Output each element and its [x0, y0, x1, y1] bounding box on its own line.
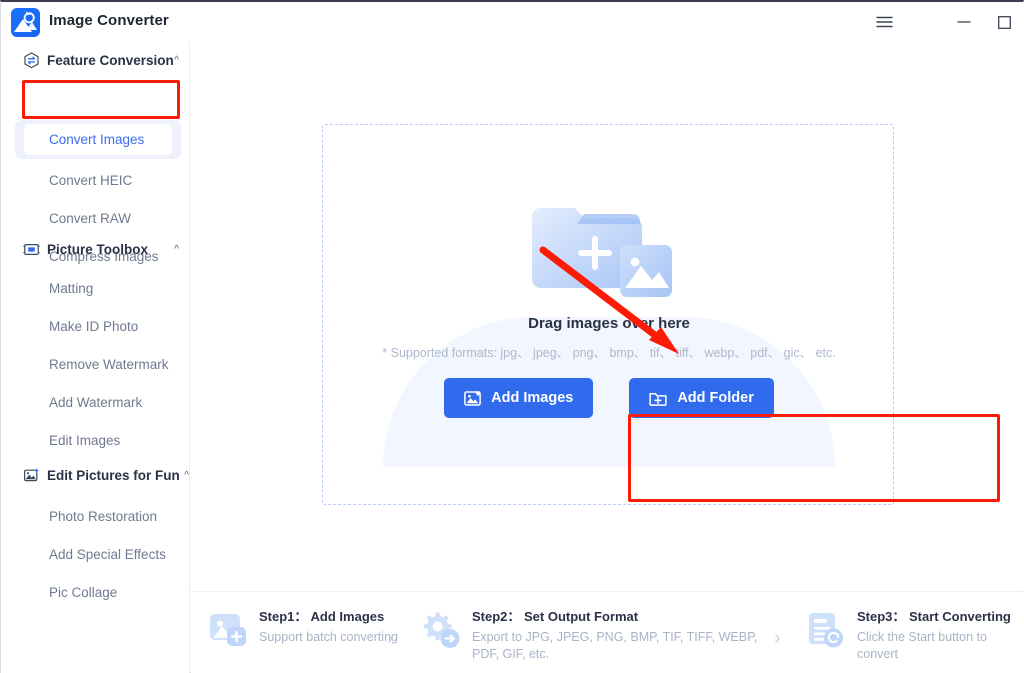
add-folder-button[interactable]: Add Folder [629, 378, 774, 418]
sidebar-section-feature-conversion[interactable]: Feature Conversion ^ [23, 52, 183, 69]
sidebar-item-label: Convert Images [49, 131, 145, 147]
gear-arrow-step-icon [421, 610, 461, 650]
sidebar-item-label: Matting [49, 280, 94, 296]
sidebar-item-label: Add Watermark [49, 394, 143, 410]
sidebar-item-photo-restoration[interactable]: Photo Restoration [1, 501, 190, 531]
step-1-desc: Support batch converting [259, 630, 398, 644]
main-content: Drag images over here * Supported format… [191, 42, 1024, 590]
step-separator-1: › [387, 627, 394, 649]
sidebar-section-edit-pictures-for-fun[interactable]: Edit Pictures for Fun ^ [23, 467, 189, 484]
minimize-icon[interactable] [944, 2, 984, 42]
add-folder-button-label: Add Folder [677, 390, 754, 406]
app-title: Image Converter [49, 12, 169, 29]
hamburger-menu-icon[interactable] [864, 2, 904, 42]
drop-zone[interactable]: Drag images over here * Supported format… [322, 124, 894, 505]
step-3-title: Step3： Start Converting [857, 609, 1011, 624]
sidebar-item-remove-watermark[interactable]: Remove Watermark [1, 349, 190, 379]
sidebar-item-make-id-photo[interactable]: Make ID Photo [1, 311, 190, 341]
add-images-button[interactable]: Add Images [444, 378, 594, 418]
chevron-up-icon: ^ [174, 244, 179, 255]
chevron-up-icon: ^ [174, 55, 179, 66]
step-3: Step3： Start Converting Click the Start … [806, 606, 1024, 663]
sidebar-item-label: Convert RAW [49, 210, 132, 226]
supported-formats-text: * Supported formats: jpg、 jpeg、 png、 bmp… [382, 346, 836, 360]
step-separator-2: › [774, 627, 781, 649]
sidebar-item-label: Convert HEIC [49, 172, 133, 188]
sidebar-item-convert-heic[interactable]: Convert HEIC [1, 165, 190, 195]
add-image-step-icon [208, 610, 248, 650]
add-image-icon [464, 390, 481, 407]
sidebar-item-add-watermark[interactable]: Add Watermark [1, 387, 190, 417]
application-window: Image Converter Feature Conversion ^ Con… [0, 0, 1024, 673]
step-2-desc: Export to JPG, JPEG, PNG, BMP, TIF, TIFF… [472, 630, 758, 661]
sparkle-picture-icon [23, 467, 40, 484]
maximize-icon[interactable] [984, 2, 1024, 42]
chevron-up-icon: ^ [184, 470, 189, 481]
drop-zone-title: Drag images over here [528, 315, 690, 332]
drop-zone-actions: Add Images Add Folder [323, 378, 895, 418]
image-convert-logo-icon [11, 8, 40, 37]
sidebar-item-label: Photo Restoration [49, 508, 158, 524]
sidebar-item-convert-raw[interactable]: Convert RAW [1, 203, 190, 233]
sidebar-section-label: Feature Conversion [47, 53, 174, 68]
sidebar-item-label: Remove Watermark [49, 356, 169, 372]
picture-toolbox-icon [23, 241, 40, 258]
step-2: Step2： Set Output Format Export to JPG, … [421, 606, 772, 663]
sidebar-item-convert-images[interactable]: Convert Images [1, 124, 190, 154]
sidebar-item-label: Add Special Effects [49, 546, 166, 562]
steps-bar: Step1： Add Images Support batch converti… [191, 591, 1024, 673]
sidebar-item-add-special-effects[interactable]: Add Special Effects [1, 539, 190, 569]
folder-plus-image-icon [513, 200, 703, 310]
add-images-button-label: Add Images [491, 390, 574, 406]
sidebar-section-label: Edit Pictures for Fun [47, 468, 180, 483]
sidebar-item-label: Pic Collage [49, 584, 118, 600]
sidebar-item-edit-images[interactable]: Edit Images [1, 425, 190, 455]
step-2-title: Step2： Set Output Format [472, 609, 639, 624]
sidebar: Feature Conversion ^ Convert Images Conv… [1, 42, 190, 673]
step-3-desc: Click the Start button to convert [857, 630, 987, 661]
sidebar-section-picture-toolbox[interactable]: Picture Toolbox ^ [23, 241, 183, 258]
hexagon-convert-icon [23, 52, 40, 69]
sidebar-section-label: Picture Toolbox [47, 242, 149, 257]
sidebar-item-matting[interactable]: Matting [1, 273, 190, 303]
step-1-title: Step1： Add Images [259, 609, 385, 624]
step-1: Step1： Add Images Support batch converti… [208, 606, 398, 650]
sidebar-item-label: Make ID Photo [49, 318, 139, 334]
title-bar: Image Converter [1, 2, 1024, 42]
sidebar-item-pic-collage[interactable]: Pic Collage [1, 577, 190, 607]
document-refresh-step-icon [806, 610, 846, 650]
sidebar-item-label: Edit Images [49, 432, 121, 448]
add-folder-icon [649, 390, 667, 407]
